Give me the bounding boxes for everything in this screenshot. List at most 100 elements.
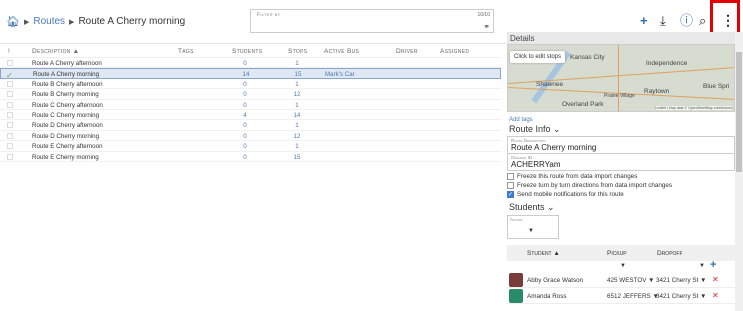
table-row[interactable]: ✓ Route A Cherry morning 14 15 Mark's Car [0,68,501,80]
cell-active-bus[interactable]: Mark's Car [325,71,355,78]
route-map[interactable]: Kansas City Independence Shawnee Raytown… [507,44,735,112]
table-row[interactable]: Route B Cherry morning 0 12 [0,89,501,100]
filter-input[interactable]: Filter by 10/10 ⚭ [250,9,494,33]
route-description-value[interactable]: Route A Cherry morning [511,143,731,152]
student-row[interactable]: Amanda Ross 6512 JEFFERS ▼ 3421 Cherry St … [507,288,735,304]
scroll-thumb[interactable] [736,52,742,172]
table-row[interactable]: Route E Cherry morning 0 15 [0,152,501,162]
col-description[interactable]: Description ▲ [32,48,79,55]
details-title: Details [507,32,735,44]
row-checkbox[interactable] [7,122,13,129]
binoculars-icon[interactable]: ⚭ [483,22,490,31]
table-row[interactable]: Route A Cherry afternoon 0 1 [0,58,501,69]
avatar [509,273,523,287]
checkbox[interactable] [507,182,514,189]
students-header[interactable]: Students ⌄ [509,202,735,213]
table-row[interactable]: Route D Cherry morning 0 12 [0,131,501,142]
cell-stops: 12 [293,132,301,140]
breadcrumb: 🏠︎ ▶ Routes ▶ Route A Cherry morning [6,15,185,28]
student-row[interactable]: Abby Grace Watson 425 WESTOV ▼ 3421 Cherry… [507,272,735,288]
map-city-label: Blue Spri [703,83,730,90]
breadcrumb-current: Route A Cherry morning [78,16,186,27]
row-checkbox[interactable] [7,60,13,66]
table-row[interactable]: Route D Cherry afternoon 0 1 [0,120,501,131]
download-icon[interactable]: ⤓ [660,14,666,28]
row-checkbox[interactable] [7,153,13,160]
more-options-icon[interactable]: ⋮ [721,12,735,29]
checkbox[interactable]: ✓ [507,191,514,198]
col-dropoff[interactable]: Dropoff [657,250,683,257]
table-row[interactable]: Route C Cherry morning 4 14 [0,110,501,121]
table-row[interactable]: Route C Cherry afternoon 0 1 [0,100,501,110]
checkbox-option[interactable]: Freeze turn by turn directions from data… [507,182,735,189]
dropdown-arrow-icon: ▼ [528,228,534,234]
breadcrumb-routes-link[interactable]: Routes [33,16,65,27]
table-row[interactable]: Route B Cherry afternoon 0 1 [0,79,501,90]
row-checkbox[interactable] [7,132,13,139]
checkbox-label: Freeze turn by turn directions from data… [517,182,673,189]
search-icon[interactable]: ⌕ [699,14,706,28]
row-checkbox[interactable] [7,80,13,87]
routes-grid: ! Description ▲ Tags Students Stops Acti… [0,44,501,162]
cell-stops: 1 [295,101,299,109]
route-description-field[interactable]: Route Description Route A Cherry morning [507,136,735,154]
cell-description: Route D Cherry morning [32,132,100,140]
add-student-icon[interactable]: + [710,259,716,271]
pickup-filter-arrow-icon[interactable]: ▼ [620,263,626,269]
cell-students: 0 [243,91,247,99]
row-checkbox[interactable] [7,91,13,98]
cell-students: 0 [243,60,247,67]
col-tags[interactable]: Tags [178,48,194,55]
original-id-field[interactable]: Original ID ACHERRYam [507,154,735,171]
remove-icon[interactable]: ✕ [712,275,719,284]
cell-stops: 1 [295,122,299,130]
col-driver[interactable]: Driver [396,48,418,55]
map-city-label: Shawnee [536,81,564,88]
dropoff-select[interactable]: 3421 Cherry St ▼ [656,277,706,284]
table-row[interactable]: Route E Cherry afternoon 0 1 [0,141,501,152]
col-assigned[interactable]: Assigned [440,48,469,55]
students-filter-row: ▼ ▼ + [507,259,735,272]
col-student[interactable]: Student ▲ [527,250,560,257]
cell-stops: 1 [295,80,299,88]
row-checkbox[interactable] [7,111,13,118]
info-icon[interactable]: ⓘ [680,14,693,28]
cell-students: 0 [243,122,247,130]
edit-stops-button[interactable]: Click to edit stops [510,51,566,63]
cell-stops: 1 [295,60,299,67]
dropoff-select[interactable]: 3421 Cherry St ▼ [656,293,706,300]
original-id-value[interactable]: ACHERRYam [511,160,731,169]
col-students[interactable]: Students [232,48,262,55]
cell-stops: 14 [293,111,301,119]
map-city-label: Independence [646,60,688,67]
col-active-bus[interactable]: Active Bus [324,48,359,55]
dropoff-filter-arrow-icon[interactable]: ▼ [699,263,705,269]
cell-description: Route B Cherry afternoon [32,80,103,88]
add-tags-link[interactable]: Add tags [509,117,735,123]
cell-students: 0 [243,153,247,161]
pickup-select[interactable]: 425 WESTOV ▼ [607,277,654,284]
select-col-header: ! [8,48,11,55]
map-attribution[interactable]: Leaflet | Map data © OpenStreetMap contr… [655,106,732,110]
student-name: Amanda Ross [527,293,567,300]
pickup-select[interactable]: 6512 JEFFERS ▼ [607,293,659,300]
checkbox[interactable] [507,173,514,180]
details-panel: Details Kansas City Independence Shawnee… [507,32,735,311]
route-info-header[interactable]: Route Info ⌄ [509,124,735,135]
filter-count: 10/10 [477,12,490,18]
map-city-label: Kansas City [570,54,605,61]
remove-icon[interactable]: ✕ [712,291,719,300]
action-select[interactable]: Action ▼ [507,215,559,239]
details-scrollbar[interactable] [735,32,743,311]
map-city-label: Overland Park [562,101,604,108]
col-stops[interactable]: Stops [288,48,307,55]
cell-description: Route E Cherry afternoon [32,143,103,151]
add-icon[interactable]: + [640,14,648,28]
row-checkbox[interactable] [7,143,13,150]
row-checkbox[interactable] [7,101,13,108]
col-pickup[interactable]: Pickup [607,250,627,257]
cell-students: 0 [243,80,247,88]
checkbox-option[interactable]: ✓ Send mobile notifications for this rout… [507,191,735,198]
checkbox-option[interactable]: Freeze this route from data import chang… [507,173,735,180]
home-icon[interactable]: 🏠︎ [6,15,20,28]
